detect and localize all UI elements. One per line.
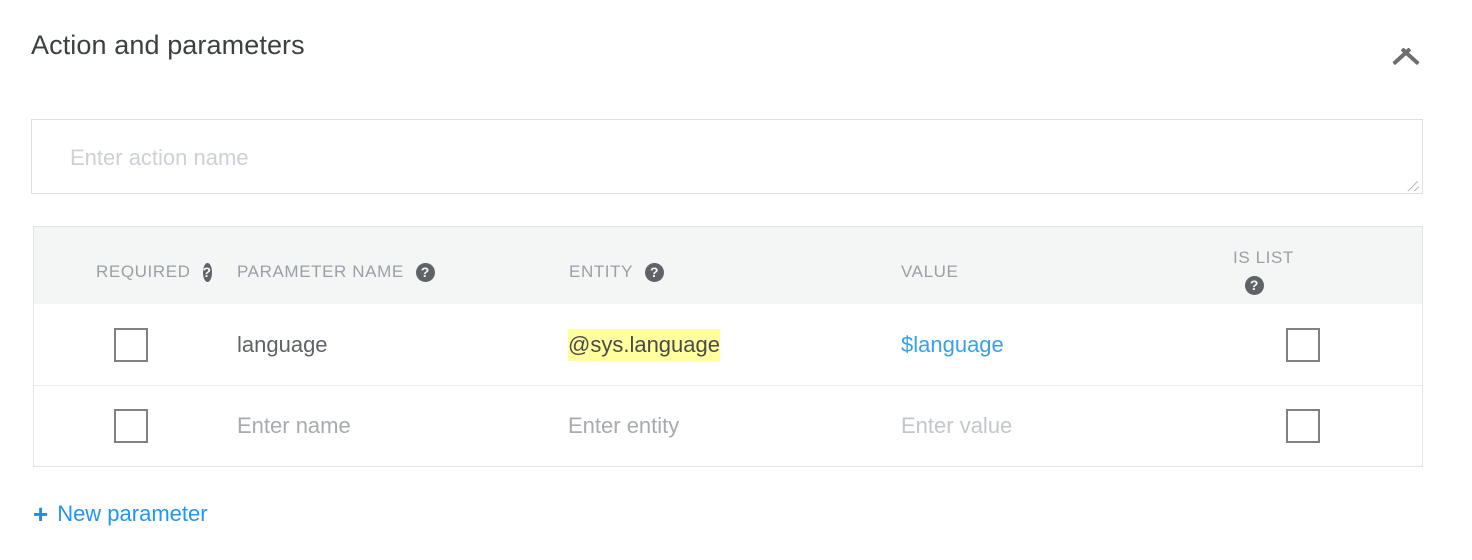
- entity-placeholder: Enter entity: [568, 411, 679, 441]
- is-list-checkbox[interactable]: [1286, 409, 1320, 443]
- help-icon-is-list[interactable]: ?: [1245, 276, 1264, 295]
- collapse-section-button[interactable]: [1378, 28, 1434, 72]
- cell-entity[interactable]: Enter entity: [538, 386, 870, 466]
- cell-value[interactable]: $language: [870, 304, 1200, 385]
- help-icon-entity[interactable]: ?: [645, 263, 664, 282]
- panel-header: Action and parameters: [0, 0, 1472, 96]
- cell-parameter-name[interactable]: language: [206, 304, 538, 385]
- parameter-name-placeholder: Enter name: [237, 411, 351, 441]
- required-checkbox[interactable]: [114, 409, 148, 443]
- required-checkbox[interactable]: [114, 328, 148, 362]
- column-header-entity-label: ENTITY: [569, 261, 633, 283]
- table-header-row: REQUIRED ? PARAMETER NAME ? ENTITY ? VAL…: [34, 226, 1422, 304]
- cell-parameter-name[interactable]: Enter name: [206, 386, 538, 466]
- column-header-entity: ENTITY ?: [538, 227, 870, 283]
- column-header-value: VALUE: [870, 227, 1200, 283]
- column-header-parameter-name-label: PARAMETER NAME: [237, 261, 404, 283]
- cell-required: [34, 304, 206, 385]
- column-header-is-list: IS LIST ?: [1200, 227, 1422, 295]
- column-header-required-label: REQUIRED: [96, 261, 191, 283]
- page-title: Action and parameters: [31, 27, 305, 63]
- column-header-required: REQUIRED ?: [34, 227, 206, 283]
- plus-icon: +: [33, 501, 48, 527]
- table-row: language @sys.language $language: [34, 304, 1422, 385]
- parameters-table: REQUIRED ? PARAMETER NAME ? ENTITY ? VAL…: [33, 226, 1423, 467]
- is-list-checkbox[interactable]: [1286, 328, 1320, 362]
- entity-value: @sys.language: [568, 329, 720, 361]
- new-parameter-button[interactable]: + New parameter: [33, 500, 208, 528]
- action-and-parameters-panel: Action and parameters Enter action name …: [0, 0, 1472, 560]
- table-row: Enter name Enter entity Enter value: [34, 385, 1422, 466]
- resize-handle-icon[interactable]: [1404, 175, 1420, 191]
- column-header-parameter-name: PARAMETER NAME ?: [206, 227, 538, 283]
- action-name-input[interactable]: Enter action name: [31, 119, 1423, 194]
- cell-is-list: [1200, 304, 1422, 385]
- column-header-is-list-label: IS LIST: [1233, 246, 1422, 270]
- chevron-up-icon: [1389, 40, 1423, 60]
- parameter-name-value: language: [237, 330, 328, 360]
- cell-entity[interactable]: @sys.language: [538, 304, 870, 385]
- cell-required: [34, 386, 206, 466]
- action-name-placeholder: Enter action name: [70, 143, 249, 173]
- value-placeholder: Enter value: [901, 411, 1012, 441]
- cell-value[interactable]: Enter value: [870, 386, 1200, 466]
- cell-is-list: [1200, 386, 1422, 466]
- help-icon-parameter-name[interactable]: ?: [416, 263, 435, 282]
- column-header-value-label: VALUE: [901, 261, 959, 283]
- value-reference: $language: [901, 330, 1004, 360]
- new-parameter-label: New parameter: [57, 500, 207, 528]
